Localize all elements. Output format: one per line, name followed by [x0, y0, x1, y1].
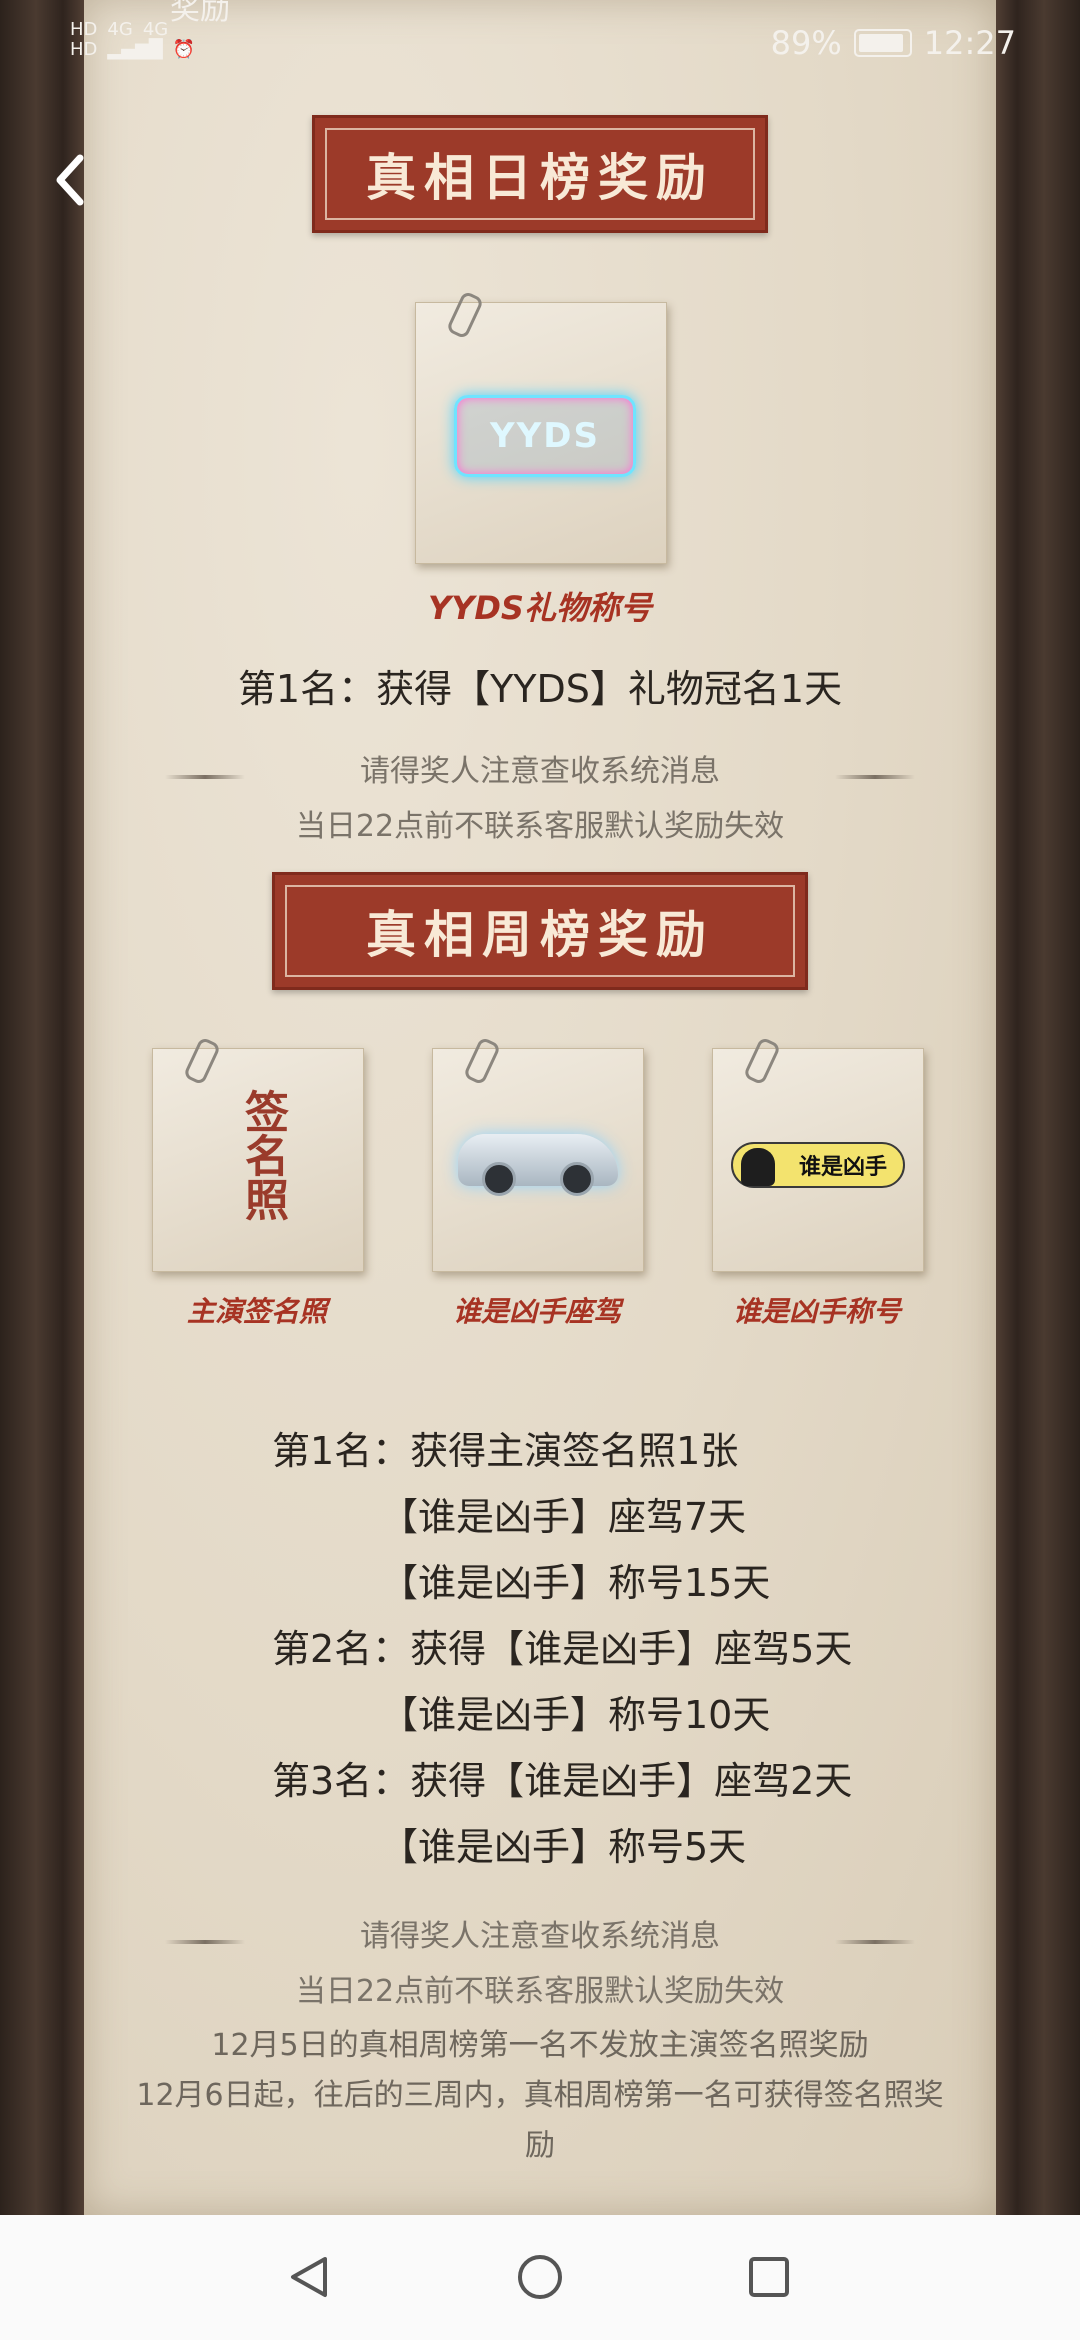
yyds-badge-image: YYDS: [454, 395, 636, 477]
triangle-back-icon: [291, 2257, 327, 2297]
wood-frame-left: [0, 0, 90, 2215]
battery-icon: [853, 29, 912, 57]
title-badge-text: 谁是凶手: [798, 1155, 887, 1180]
weekly-notice-3: 12月5日的真相周榜第一名不发放主演签名照奖励: [211, 2028, 869, 2063]
signal-label-2: 4G: [142, 19, 169, 40]
chevron-left-icon: [56, 154, 84, 206]
daily-notice-1: 请得奖人注意查收系统消息: [360, 754, 720, 789]
weekly-rank-line: 【谁是凶手】称号5天: [380, 1825, 747, 1869]
sports-car-icon: [458, 1134, 618, 1196]
weekly-rank-line: 【谁是凶手】称号15天: [380, 1561, 771, 1605]
car-label: 谁是凶手座驾: [452, 1295, 621, 1328]
alarm-icon: ⏰: [172, 39, 196, 60]
square-recent-icon: [749, 2257, 789, 2297]
weekly-rank-line: 【谁是凶手】称号10天: [380, 1693, 771, 1737]
daily-notice-2: 当日22点前不联系客服默认奖励失效: [295, 809, 785, 844]
car-card: [432, 1036, 644, 1272]
weekly-rank-line: 第1名：获得主演签名照1张: [272, 1429, 739, 1473]
weekly-notice-1: 请得奖人注意查收系统消息: [360, 1919, 720, 1954]
title-badge-card: 谁是凶手: [712, 1036, 924, 1272]
nav-home-button[interactable]: [516, 2253, 564, 2301]
status-right: 89% 12:27: [771, 24, 1016, 62]
status-bar: 奖励 HD 4G 4G HD ▂▄▆█ ⏰ 89% 12:27: [0, 0, 1080, 90]
hd-label-top: HD: [70, 19, 98, 40]
weekly-rank-line: 【谁是凶手】座驾7天: [380, 1495, 747, 1539]
daily-reward-banner: 真相日榜奖励: [312, 115, 768, 233]
title-badge-label: 谁是凶手称号: [732, 1295, 901, 1328]
yyds-title-card: YYDS: [415, 290, 667, 564]
weekly-reward-banner: 真相周榜奖励: [272, 872, 808, 990]
battery-percent: 89%: [770, 24, 842, 62]
system-nav-bar: [0, 2215, 1080, 2340]
wood-frame-right: [990, 0, 1080, 2215]
silhouette-icon: [741, 1148, 775, 1186]
weekly-notice-5: 励: [525, 2128, 555, 2163]
signal-bars-icon: ▂▄▆█: [107, 39, 163, 60]
hd-label-bottom: HD: [70, 39, 98, 60]
clock: 12:27: [923, 24, 1016, 62]
signed-photo-card: 签名照: [152, 1036, 364, 1272]
status-indicators: HD 4G 4G HD ▂▄▆█ ⏰: [70, 20, 205, 60]
daily-rank1-text: 第1名：获得【YYDS】礼物冠名1天: [237, 667, 843, 711]
nav-back-button[interactable]: [285, 2253, 333, 2301]
title-badge-image: 谁是凶手: [731, 1142, 905, 1188]
signed-photo-image: 签名照: [237, 1089, 288, 1221]
weekly-rank-line: 第3名：获得【谁是凶手】座驾2天: [272, 1759, 853, 1803]
yyds-reward-label: YYDS礼物称号: [428, 589, 652, 627]
back-button[interactable]: [50, 150, 90, 210]
circle-home-icon: [518, 2255, 562, 2299]
signed-photo-label: 主演签名照: [186, 1295, 327, 1328]
weekly-notice-4: 12月6日起，往后的三周内，真相周榜第一名可获得签名照奖: [136, 2078, 944, 2113]
signal-label-1: 4G: [107, 19, 133, 40]
nav-recent-button[interactable]: [745, 2253, 793, 2301]
weekly-notice-2: 当日22点前不联系客服默认奖励失效: [295, 1974, 785, 2009]
weekly-rank-line: 第2名：获得【谁是凶手】座驾5天: [272, 1627, 853, 1671]
